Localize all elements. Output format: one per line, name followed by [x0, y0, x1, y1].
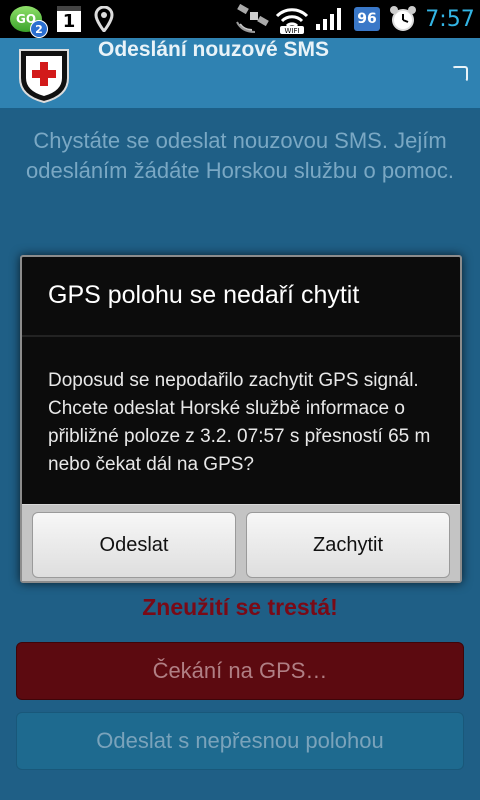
send-button[interactable]: Odeslat — [32, 512, 236, 578]
signal-strength-icon — [312, 0, 346, 38]
status-bar: GO 2 1 WIFI 96 7:57 — [0, 0, 480, 38]
gps-satellite-icon — [232, 0, 272, 38]
sms-warning-message: Chystáte se odeslat nouzovou SMS. Jejím … — [25, 128, 454, 183]
wifi-icon: WIFI — [272, 0, 312, 38]
go-sms-notification-icon[interactable]: GO 2 — [4, 0, 48, 38]
svg-text:WIFI: WIFI — [284, 27, 299, 34]
notification-badge: 2 — [30, 20, 48, 38]
horska-sluzba-logo — [14, 44, 74, 104]
battery-icon: 96 — [352, 0, 382, 38]
calendar-icon[interactable]: 1 — [54, 0, 84, 38]
gps-dialog: GPS polohu se nedaří chytit Doposud se n… — [20, 255, 462, 583]
location-pin-icon — [92, 0, 116, 38]
dialog-message: Doposud se nepodařilo zachytit GPS signá… — [48, 370, 431, 475]
calendar-day: 1 — [57, 6, 81, 32]
dialog-button-bar: Odeslat Zachytit — [22, 504, 460, 581]
send-imprecise-location-button[interactable]: Odeslat s nepřesnou polohou — [16, 712, 464, 770]
dialog-divider — [22, 335, 460, 337]
retry-gps-button[interactable]: Zachytit — [246, 512, 450, 578]
progress-spinner-icon — [452, 66, 468, 82]
alarm-clock-icon — [386, 0, 420, 38]
battery-level: 96 — [354, 7, 380, 31]
app-title: Odeslání nouzové SMS — [98, 38, 330, 61]
abuse-warning: Zneužití se trestá! — [142, 594, 338, 620]
app-header: Odeslání nouzové SMS — [0, 38, 480, 110]
status-time: 7:57 — [425, 6, 475, 32]
wait-for-gps-button[interactable]: Čekání na GPS… — [16, 642, 464, 700]
dialog-title: GPS polohu se nedaří chytit — [48, 281, 360, 309]
